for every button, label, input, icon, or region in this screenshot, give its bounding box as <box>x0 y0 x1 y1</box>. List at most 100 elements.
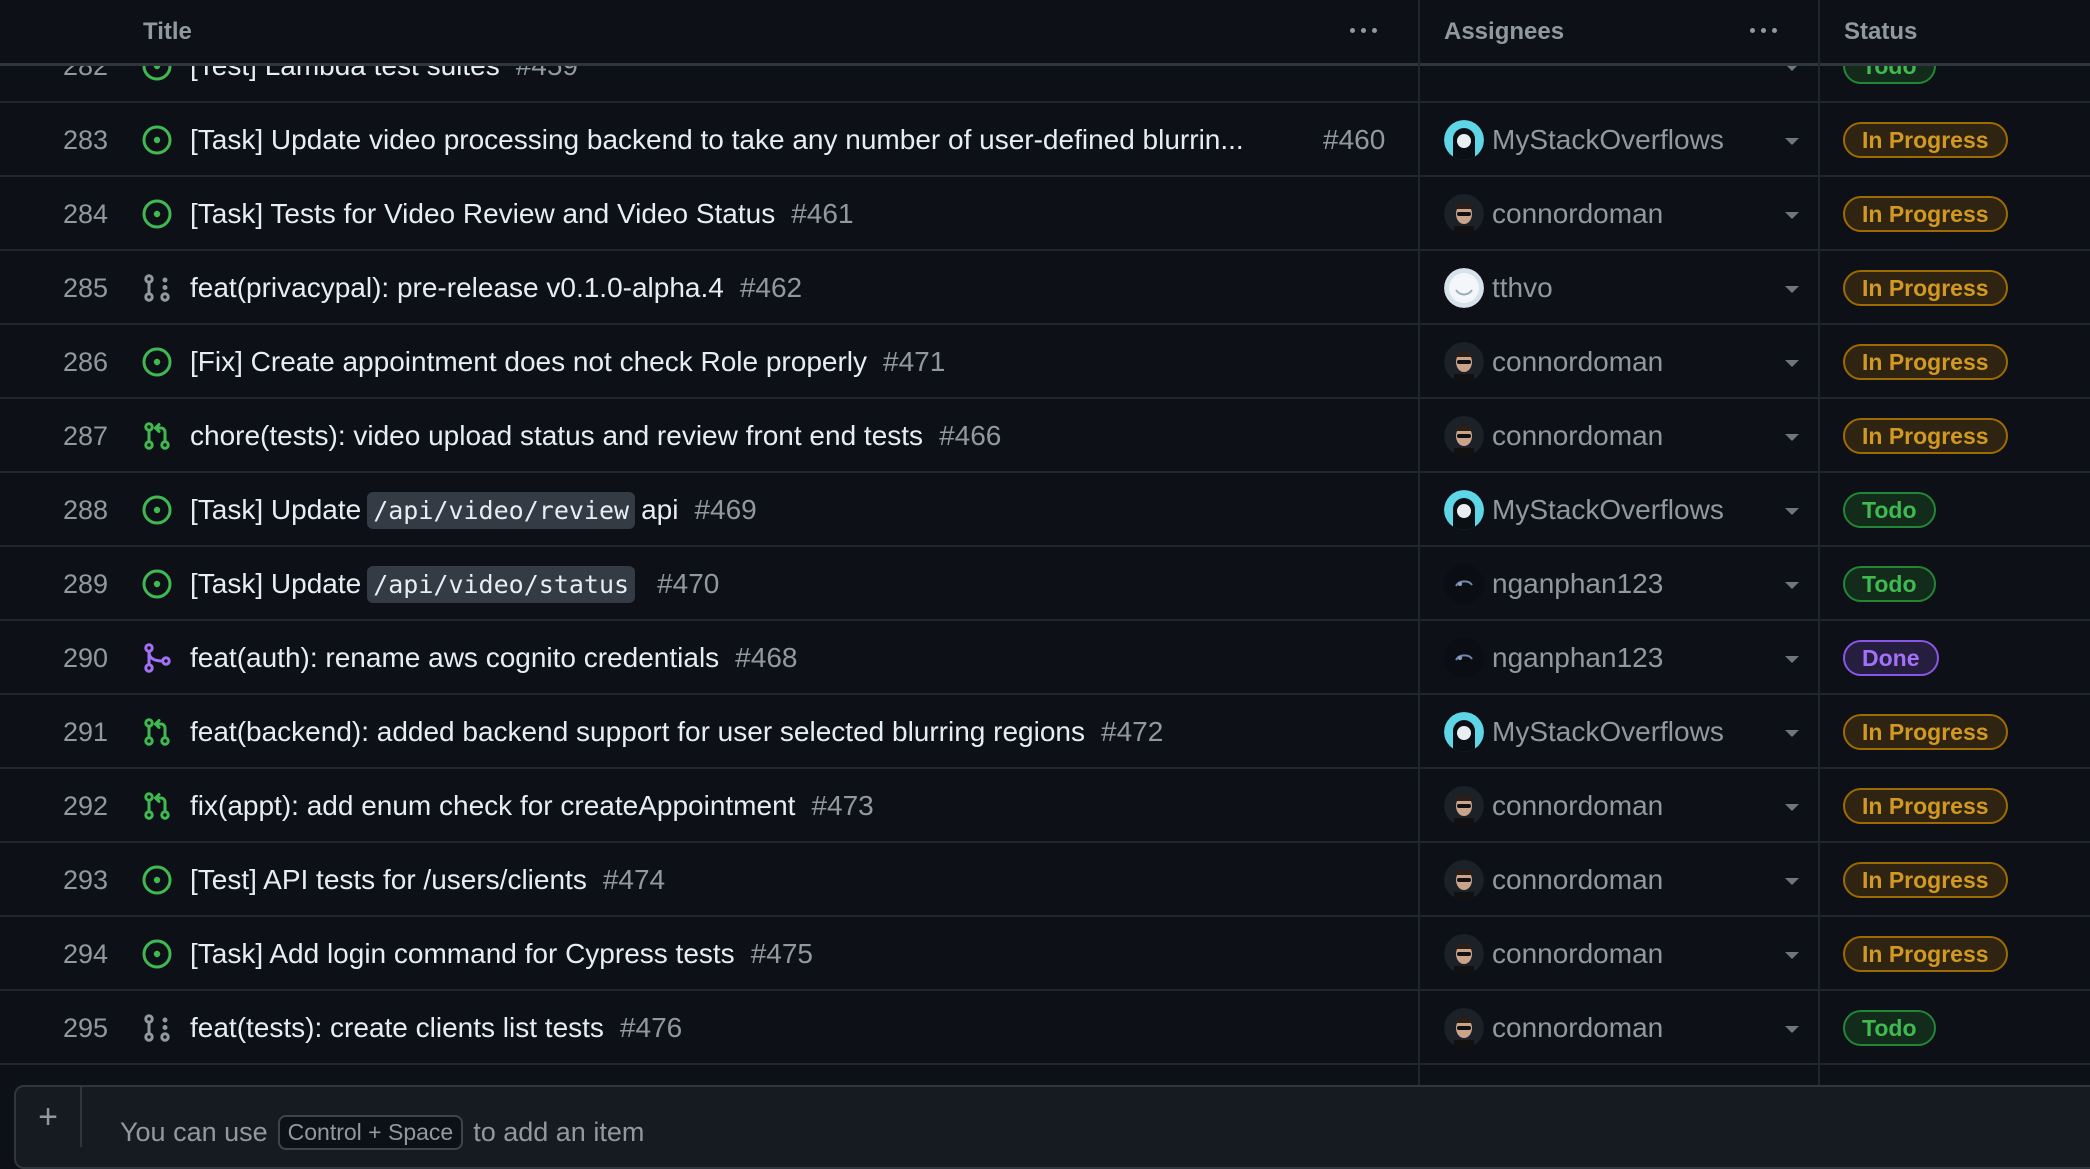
pr-merged-icon <box>141 621 173 695</box>
status-badge[interactable]: Todo <box>1843 1010 1936 1046</box>
item-title[interactable]: chore(tests): video upload status and re… <box>190 399 1001 473</box>
item-title[interactable]: [Task] Update video processing backend t… <box>190 103 1244 177</box>
item-number: #461 <box>791 198 854 229</box>
assignee-name[interactable]: nganphan123 <box>1492 547 1663 621</box>
column-header-status[interactable]: Status <box>1844 0 1917 63</box>
assignee-name[interactable]: MyStackOverflows <box>1492 473 1724 547</box>
status-badge[interactable]: In Progress <box>1843 788 2008 824</box>
chevron-down-icon[interactable] <box>1785 952 1799 959</box>
status-badge[interactable]: Done <box>1843 640 1939 676</box>
chevron-down-icon[interactable] <box>1785 656 1799 663</box>
item-title[interactable]: feat(privacypal): pre-release v0.1.0-alp… <box>190 251 802 325</box>
avatar <box>1444 712 1484 752</box>
avatar <box>1444 416 1484 456</box>
status-badge[interactable]: In Progress <box>1843 714 2008 750</box>
item-title[interactable]: [Test] API tests for /users/clients #474 <box>190 843 665 917</box>
column-divider[interactable] <box>1418 0 1420 1138</box>
column-header-title[interactable]: Title <box>143 0 192 63</box>
chevron-down-icon[interactable] <box>1785 804 1799 811</box>
row-number: 292 <box>62 790 108 821</box>
assignee-name[interactable]: connordoman <box>1492 325 1663 399</box>
title-column-menu-icon[interactable] <box>1350 17 1377 43</box>
table-row[interactable]: 291 feat(backend): added backend support … <box>0 695 2090 769</box>
assignee-name[interactable]: connordoman <box>1492 177 1663 251</box>
item-title-text: [Task] Add login command for Cypress tes… <box>190 938 735 969</box>
item-number: #469 <box>694 494 757 525</box>
table-row[interactable]: 294 [Task] Add login command for Cypress … <box>0 917 2090 991</box>
row-number: 294 <box>62 938 108 969</box>
row-number: 286 <box>62 346 108 377</box>
chevron-down-icon[interactable] <box>1785 582 1799 589</box>
column-header-assignees[interactable]: Assignees <box>1444 0 1564 63</box>
status-badge[interactable]: In Progress <box>1843 196 2008 232</box>
pr-open-icon <box>141 769 173 843</box>
table-row[interactable]: 286 [Fix] Create appointment does not che… <box>0 325 2090 399</box>
status-badge[interactable]: In Progress <box>1843 862 2008 898</box>
chevron-down-icon[interactable] <box>1785 138 1799 145</box>
assignee-name[interactable]: connordoman <box>1492 917 1663 991</box>
item-title-text: feat(privacypal): pre-release v0.1.0-alp… <box>190 272 724 303</box>
table-row[interactable]: 287 chore(tests): video upload status and… <box>0 399 2090 473</box>
item-number: #460 <box>1323 124 1386 155</box>
assignee-name[interactable]: connordoman <box>1492 843 1663 917</box>
status-badge[interactable]: In Progress <box>1843 270 2008 306</box>
item-title[interactable]: [Task] Update/api/video/status #470 <box>190 547 719 621</box>
table-row[interactable]: 293 [Test] API tests for /users/clients #4… <box>0 843 2090 917</box>
assignees-column-menu-icon[interactable] <box>1750 17 1777 43</box>
status-badge[interactable]: In Progress <box>1843 936 2008 972</box>
chevron-down-icon[interactable] <box>1785 434 1799 441</box>
assignee-name[interactable]: connordoman <box>1492 769 1663 843</box>
table-row[interactable]: 285 feat(privacypal): pre-release v0.1.0-… <box>0 251 2090 325</box>
chevron-down-icon[interactable] <box>1785 360 1799 367</box>
inline-code: /api/video/status <box>367 565 636 603</box>
chevron-down-icon[interactable] <box>1785 286 1799 293</box>
table-row[interactable]: 292 fix(appt): add enum check for createA… <box>0 769 2090 843</box>
item-title[interactable]: [Task] Add login command for Cypress tes… <box>190 917 813 991</box>
assignee-name[interactable]: connordoman <box>1492 399 1663 473</box>
chevron-down-icon[interactable] <box>1785 508 1799 515</box>
table-row[interactable]: 290 feat(auth): rename aws cognito creden… <box>0 621 2090 695</box>
avatar <box>1444 194 1484 234</box>
item-title[interactable]: feat(auth): rename aws cognito credentia… <box>190 621 797 695</box>
add-item-hint[interactable]: You can use Control + Space to add an it… <box>120 1115 644 1150</box>
pr-open-icon <box>141 695 173 769</box>
status-badge[interactable]: Todo <box>1843 492 1936 528</box>
chevron-down-icon[interactable] <box>1785 1026 1799 1033</box>
table-row[interactable]: 295 feat(tests): create clients list test… <box>0 991 2090 1065</box>
item-title[interactable]: [Fix] Create appointment does not check … <box>190 325 945 399</box>
add-item-bar[interactable]: + You can use Control + Space to add an … <box>14 1085 2090 1169</box>
add-item-hint-before: You can use <box>120 1117 268 1147</box>
row-number: 289 <box>62 568 108 599</box>
column-divider[interactable] <box>1818 0 1820 1138</box>
status-badge[interactable]: In Progress <box>1843 418 2008 454</box>
item-title-text: [Task] Update <box>190 568 362 599</box>
assignee-name[interactable]: tthvo <box>1492 251 1553 325</box>
issue-open-icon <box>141 103 173 177</box>
assignee-name[interactable]: nganphan123 <box>1492 621 1663 695</box>
item-title[interactable]: feat(tests): create clients list tests #4… <box>190 991 682 1065</box>
item-number: #466 <box>939 420 1002 451</box>
assignee-name[interactable]: MyStackOverflows <box>1492 103 1724 177</box>
status-badge[interactable]: In Progress <box>1843 344 2008 380</box>
item-title[interactable]: [Task] Update/api/video/review api #469 <box>190 473 757 547</box>
issue-open-icon <box>141 325 173 399</box>
assignee-name[interactable]: MyStackOverflows <box>1492 695 1724 769</box>
item-title[interactable]: [Task] Tests for Video Review and Video … <box>190 177 854 251</box>
chevron-down-icon[interactable] <box>1785 212 1799 219</box>
item-title[interactable]: fix(appt): add enum check for createAppo… <box>190 769 874 843</box>
table-row[interactable]: 288 [Task] Update/api/video/review api #46… <box>0 473 2090 547</box>
status-badge[interactable]: Todo <box>1843 566 1936 602</box>
table-row[interactable]: 289 [Task] Update/api/video/status #470 nga… <box>0 547 2090 621</box>
table-row[interactable]: 283 #460 [Task] Update video processing ba… <box>0 103 2090 177</box>
status-badge[interactable]: In Progress <box>1843 122 2008 158</box>
table-header: Title Assignees Status <box>0 0 2090 66</box>
chevron-down-icon[interactable] <box>1785 730 1799 737</box>
item-title[interactable]: feat(backend): added backend support for… <box>190 695 1163 769</box>
table-row[interactable]: 284 [Task] Tests for Video Review and Vid… <box>0 177 2090 251</box>
item-number: #474 <box>602 864 666 895</box>
add-item-plus-icon[interactable]: + <box>16 1087 82 1147</box>
assignee-name[interactable]: connordoman <box>1492 991 1663 1065</box>
issue-open-icon <box>141 547 173 621</box>
chevron-down-icon[interactable] <box>1785 878 1799 885</box>
avatar <box>1444 490 1484 530</box>
